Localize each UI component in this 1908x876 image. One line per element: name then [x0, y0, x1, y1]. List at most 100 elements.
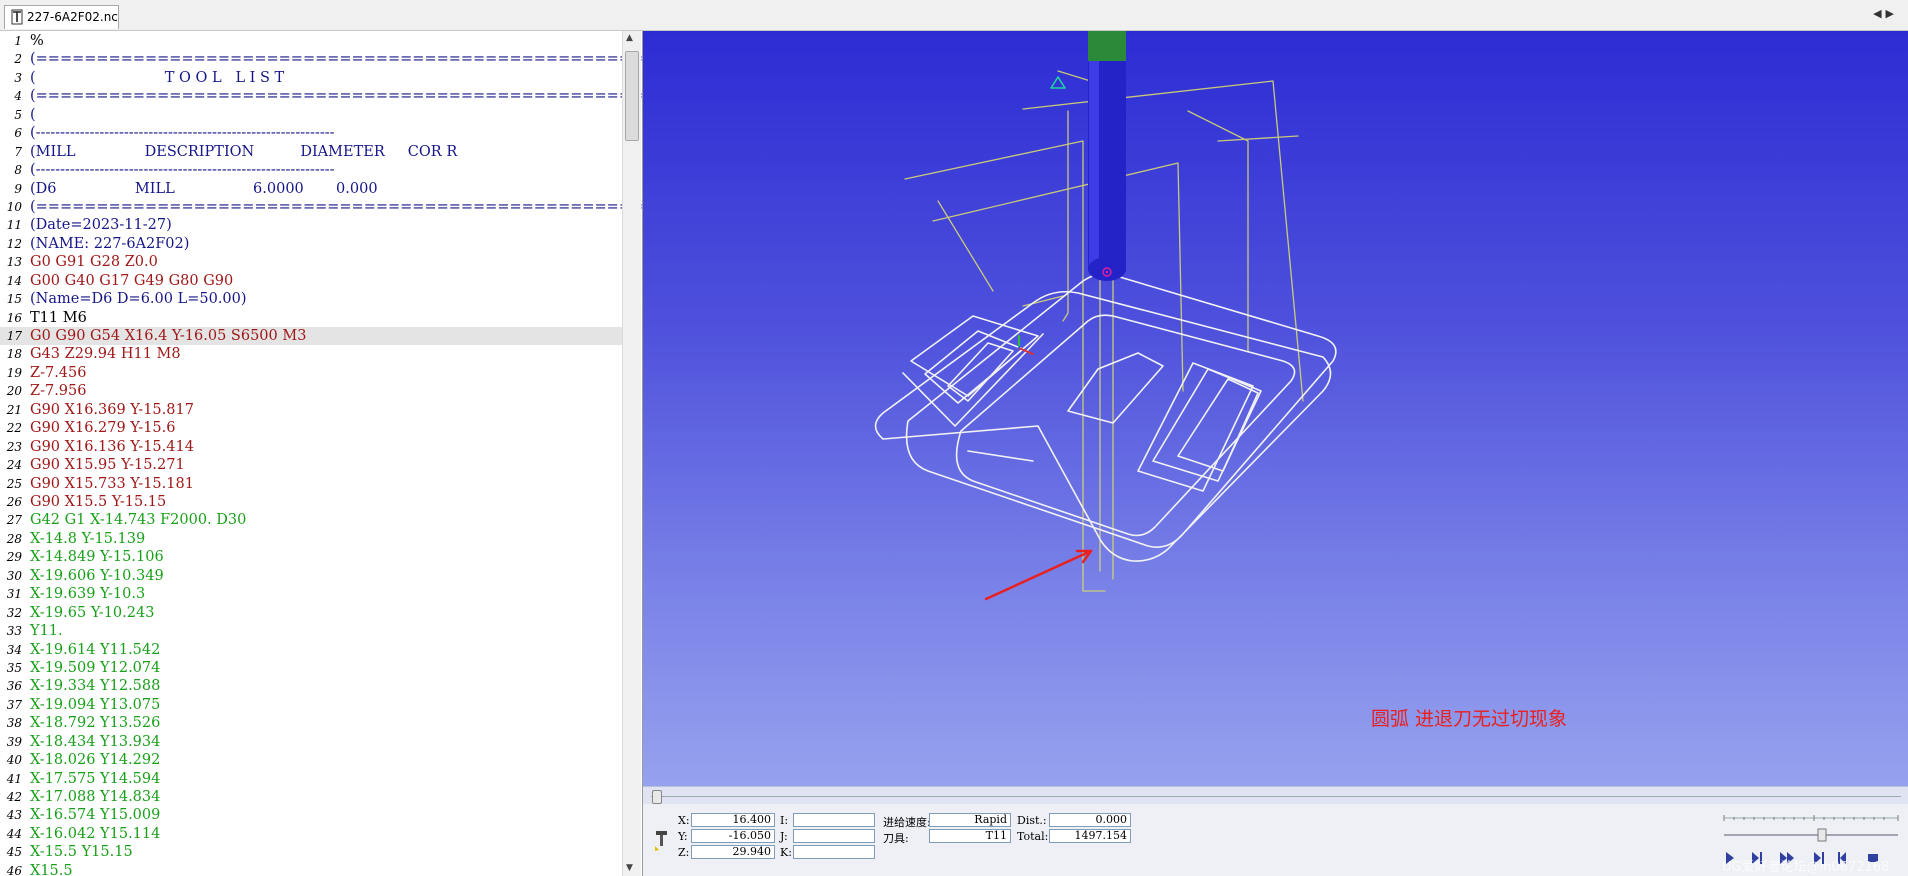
scroll-down-icon[interactable]: ▼ [626, 863, 633, 873]
file-tab[interactable]: 227-6A2F02.nc [4, 5, 119, 29]
code-line[interactable]: 18 G43 Z29.94 H11 M8 [0, 345, 622, 363]
line-number: 7 [14, 144, 22, 159]
code-line[interactable]: 22 G90 X16.279 Y-15.6 [0, 419, 622, 437]
arrow-up-icon [1050, 76, 1066, 89]
tab-scroll-arrows[interactable]: ◀▶ [1873, 7, 1898, 20]
simulation-timeline[interactable] [643, 786, 1908, 805]
code-line[interactable]: 7 (MILL DESCRIPTION DIAMETER COR R [0, 143, 622, 161]
scrollbar-thumb[interactable] [625, 51, 639, 141]
code-line[interactable]: 30 X-19.606 Y-10.349 [0, 567, 622, 585]
line-text: X-18.026 Y14.292 [30, 752, 161, 769]
code-line[interactable]: 12 (NAME: 227-6A2F02) [0, 235, 622, 253]
line-text: T11 M6 [30, 309, 87, 326]
line-text: G90 X15.95 Y-15.271 [30, 457, 185, 474]
code-line[interactable]: 38 X-18.792 Y13.526 [0, 714, 622, 732]
line-text: X-19.094 Y13.075 [30, 696, 161, 713]
code-line[interactable]: 19 Z-7.456 [0, 364, 622, 382]
line-number: 26 [6, 495, 22, 509]
simulation-viewport[interactable]: 圆弧 进退刀无过切现象 [643, 31, 1908, 786]
line-number: 34 [6, 642, 22, 657]
code-line[interactable]: 43 X-16.574 Y15.009 [0, 806, 622, 824]
code-line[interactable]: 1% [0, 32, 622, 50]
code-line[interactable]: 36 X-19.334 Y12.588 [0, 677, 622, 695]
y-field: -16.050 [691, 829, 775, 843]
j-label: J: [780, 830, 788, 843]
speed-slider-handle[interactable] [1817, 828, 1827, 842]
code-line[interactable]: 3 ( T O O L L I S T [0, 69, 622, 87]
line-text: X-19.65 Y-10.243 [30, 604, 155, 621]
code-line[interactable]: 27 G42 G1 X-14.743 F2000. D30 [0, 511, 622, 529]
line-text: X-19.509 Y12.074 [30, 659, 161, 676]
k-label: K: [780, 846, 792, 859]
code-line[interactable]: 10 (=====================================… [0, 198, 642, 216]
code-line[interactable]: 15 (Name=D6 D=6.00 L=50.00) [0, 290, 622, 308]
line-text: ( T O O L L I S T [30, 69, 285, 86]
i-field [793, 813, 875, 827]
line-number: 13 [6, 255, 22, 270]
annotation-arrow [984, 549, 1093, 601]
line-text: ( [30, 106, 36, 123]
code-line[interactable]: 6 (--------------------------------------… [0, 124, 622, 142]
code-line[interactable]: 37 X-19.094 Y13.075 [0, 696, 622, 714]
total-field: 1497.154 [1049, 829, 1131, 843]
code-line[interactable]: 24 G90 X15.95 Y-15.271 [0, 456, 622, 474]
code-line[interactable]: 17 G0 G90 G54 X16.4 Y-16.05 S6500 M3 [0, 327, 622, 346]
scroll-right-icon[interactable]: ▶ [1886, 7, 1898, 20]
workpiece-wireframe [874, 273, 1337, 562]
line-number: 35 [6, 660, 22, 675]
code-line[interactable]: 46 X15.5 [0, 862, 622, 876]
code-line[interactable]: 2 (======================================… [0, 50, 642, 68]
line-number: 8 [14, 163, 22, 178]
line-number: 10 [6, 199, 22, 214]
annotation-text: 圆弧 进退刀无过切现象 [1371, 708, 1568, 730]
code-line[interactable]: 28 X-14.8 Y-15.139 [0, 530, 622, 548]
code-line[interactable]: 16 T11 M6 [0, 309, 622, 327]
code-line[interactable]: 35 X-19.509 Y12.074 [0, 659, 622, 677]
line-text: X-17.088 Y14.834 [30, 789, 161, 806]
code-line[interactable]: 14 G00 G40 G17 G49 G80 G90 [0, 272, 622, 290]
code-line[interactable]: 39 X-18.434 Y13.934 [0, 733, 622, 751]
code-line[interactable]: 23 G90 X16.136 Y-15.414 [0, 438, 622, 456]
editor-vertical-scrollbar[interactable]: ▲ ▼ [622, 31, 641, 876]
file-tab-label: 227-6A2F02.nc [27, 10, 118, 24]
code-line[interactable]: 31 X-19.639 Y-10.3 [0, 585, 622, 603]
code-line[interactable]: 13 G0 G91 G28 Z0.0 [0, 253, 622, 271]
code-line[interactable]: 8 (--------------------------------------… [0, 161, 622, 179]
code-line[interactable]: 41 X-17.575 Y14.594 [0, 770, 622, 788]
code-line[interactable]: 32 X-19.65 Y-10.243 [0, 604, 622, 622]
code-line[interactable]: 45 X-15.5 Y15.15 [0, 843, 622, 861]
line-text: X-17.575 Y14.594 [30, 770, 161, 787]
code-line[interactable]: 40 X-18.026 Y14.292 [0, 751, 622, 769]
code-line[interactable]: 9 (D6 MILL 6.0000 0.000 [0, 180, 622, 198]
code-line[interactable]: 29 X-14.849 Y-15.106 [0, 548, 622, 566]
line-text: Z-7.956 [30, 383, 87, 400]
code-line[interactable]: 34 X-19.614 Y11.542 [0, 641, 622, 659]
line-text: (=======================================… [30, 51, 642, 68]
scroll-up-icon[interactable]: ▲ [626, 33, 633, 43]
tool-tip-icon [655, 831, 667, 851]
code-line[interactable]: 5( [0, 106, 622, 124]
line-number: 24 [6, 458, 22, 473]
code-line[interactable]: 25 G90 X15.733 Y-15.181 [0, 475, 622, 493]
line-text: X-16.574 Y15.009 [30, 807, 161, 824]
code-line[interactable]: 44 X-16.042 Y15.114 [0, 825, 622, 843]
code-line[interactable]: 4 (======================================… [0, 87, 642, 105]
code-line[interactable]: 20 Z-7.956 [0, 382, 622, 400]
code-line[interactable]: 26 G90 X15.5 Y-15.15 [0, 493, 622, 511]
speed-slider[interactable] [1722, 828, 1900, 842]
line-number: 19 [6, 365, 22, 380]
code-line[interactable]: 11 (Date=2023-11-27) [0, 216, 622, 234]
code-line[interactable]: 21 G90 X16.369 Y-15.817 [0, 401, 622, 419]
nc-code-editor[interactable]: 1% 2 (====================================… [0, 31, 643, 876]
speed-tick-ruler[interactable] [1722, 812, 1900, 824]
code-line[interactable]: 33 Y11. [0, 622, 622, 640]
timeline-handle[interactable] [652, 790, 662, 804]
code-line[interactable]: 42 X-17.088 Y14.834 [0, 788, 622, 806]
line-number: 15 [6, 292, 22, 307]
line-number: 3 [14, 70, 22, 85]
z-field: 29.940 [691, 845, 775, 859]
scroll-left-icon[interactable]: ◀ [1873, 7, 1885, 20]
line-text: G90 X15.5 Y-15.15 [30, 494, 167, 510]
watermark-text: UG爱好者论坛@lh0672168 [1722, 860, 1890, 875]
line-text: X-16.042 Y15.114 [30, 825, 161, 842]
